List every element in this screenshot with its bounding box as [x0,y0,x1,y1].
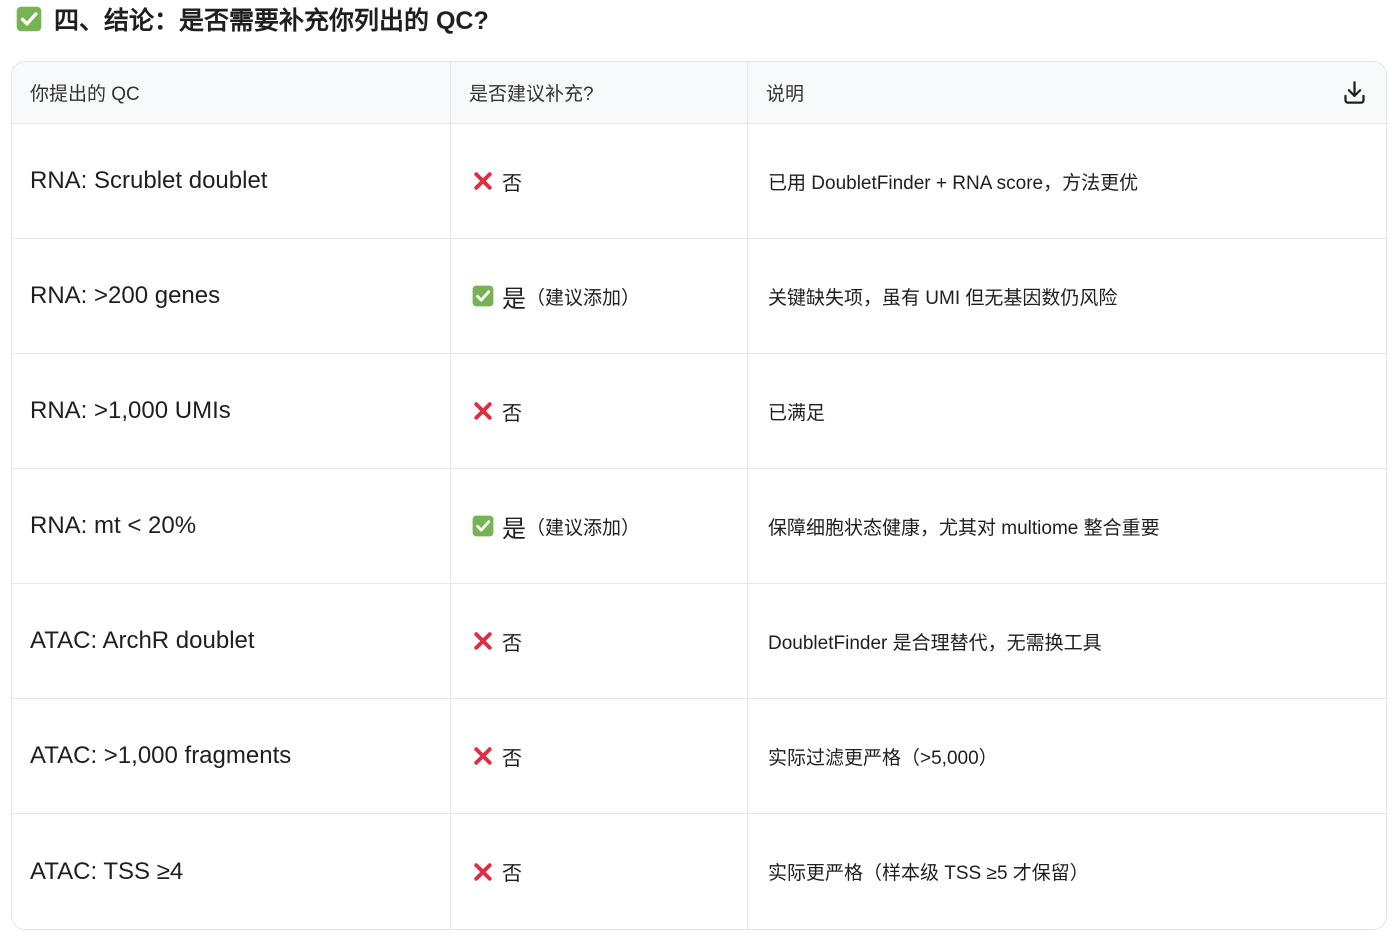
answer-text: 否 [502,747,522,770]
cell-recommendation: 否 [451,124,748,238]
check-mark-icon [16,6,42,32]
answer-text: 否 [502,172,522,195]
cell-qc: ATAC: >1,000 fragments [12,699,451,813]
heading-title: 四、结论：是否需要补充你列出的 QC? [54,7,489,35]
column-header-description-label: 说明 [766,84,805,105]
cell-recommendation: 是（建议添加） [451,239,748,353]
cell-recommendation: 否 [451,584,748,698]
cross-icon [472,400,494,422]
page-heading: 四、结论：是否需要补充你列出的 QC? [16,2,489,36]
cell-qc: ATAC: ArchR doublet [12,584,451,698]
table-row: RNA: >1,000 UMIs 否 已满足 [12,353,1386,468]
description-text: 实际过滤更严格（>5,000） [768,747,998,769]
cross-icon [472,861,494,883]
qc-label: RNA: >1,000 UMIs [30,397,231,424]
cell-qc: ATAC: TSS ≥4 [12,814,451,929]
cell-description: 已满足 [748,354,1386,468]
description-text: 保障细胞状态健康，尤其对 multiome 整合重要 [768,517,1160,539]
cell-description: DoubletFinder 是合理替代，无需换工具 [748,584,1386,698]
cell-description: 关键缺失项，虽有 UMI 但无基因数仍风险 [748,239,1386,353]
cell-qc: RNA: >1,000 UMIs [12,354,451,468]
table-header: 你提出的 QC 是否建议补充? 说明 [12,62,1386,123]
qc-label: ATAC: >1,000 fragments [30,742,292,769]
cross-icon [472,630,494,652]
qc-label: RNA: >200 genes [30,282,221,309]
cell-qc: RNA: mt < 20% [12,469,451,583]
qc-label: RNA: Scrublet doublet [30,167,268,194]
column-header-recommend: 是否建议补充? [451,62,748,123]
cell-recommendation: 否 [451,699,748,813]
answer-note: （建议添加） [526,287,641,309]
qc-label: ATAC: ArchR doublet [30,627,255,654]
description-text: 已用 DoubletFinder + RNA score，方法更优 [768,172,1139,194]
qc-table: 你提出的 QC 是否建议补充? 说明 RNA: Scrublet doublet… [11,61,1387,930]
cross-icon [472,170,494,192]
description-text: DoubletFinder 是合理替代，无需换工具 [768,632,1102,654]
check-mark-icon [472,285,494,307]
column-header-recommend-label: 是否建议补充? [469,84,594,105]
table-row: RNA: mt < 20% 是（建议添加） 保障细胞状态健康，尤其对 multiom… [12,468,1386,583]
table-body: RNA: Scrublet doublet 否 已用 DoubletFinder +… [12,123,1386,929]
table-row: ATAC: TSS ≥4 否 实际更严格（样本级 TSS ≥5 才保留） [12,813,1386,929]
table-row: ATAC: ArchR doublet 否 DoubletFinder 是合理替代，… [12,583,1386,698]
table-row: ATAC: >1,000 fragments 否 实际过滤更严格（>5,000） [12,698,1386,813]
answer-text: 否 [502,863,522,885]
qc-label: ATAC: TSS ≥4 [30,857,184,885]
answer-text: 否 [502,402,522,425]
download-icon [1341,79,1368,106]
cell-recommendation: 是（建议添加） [451,469,748,583]
description-text: 关键缺失项，虽有 UMI 但无基因数仍风险 [768,287,1118,309]
download-button[interactable] [1339,78,1369,108]
column-header-description: 说明 [748,62,1386,123]
answer-text: 是 [502,285,526,313]
cell-description: 实际过滤更严格（>5,000） [748,699,1386,813]
cell-description: 实际更严格（样本级 TSS ≥5 才保留） [748,814,1386,929]
cross-icon [472,745,494,767]
cell-recommendation: 否 [451,814,748,929]
description-text: 实际更严格（样本级 TSS ≥5 才保留） [768,863,1089,884]
cell-qc: RNA: Scrublet doublet [12,124,451,238]
cell-description: 已用 DoubletFinder + RNA score，方法更优 [748,124,1386,238]
table-row: RNA: Scrublet doublet 否 已用 DoubletFinder +… [12,123,1386,238]
answer-text: 是 [502,515,526,543]
cell-recommendation: 否 [451,354,748,468]
qc-label: RNA: mt < 20% [30,512,197,539]
cell-description: 保障细胞状态健康，尤其对 multiome 整合重要 [748,469,1386,583]
table-row: RNA: >200 genes 是（建议添加） 关键缺失项，虽有 UMI 但无基因数… [12,238,1386,353]
description-text: 已满足 [768,402,826,424]
column-header-qc-label: 你提出的 QC [30,84,140,105]
check-mark-icon [472,515,494,537]
answer-note: （建议添加） [526,517,641,539]
cell-qc: RNA: >200 genes [12,239,451,353]
answer-text: 否 [502,632,522,655]
column-header-qc: 你提出的 QC [12,62,451,123]
